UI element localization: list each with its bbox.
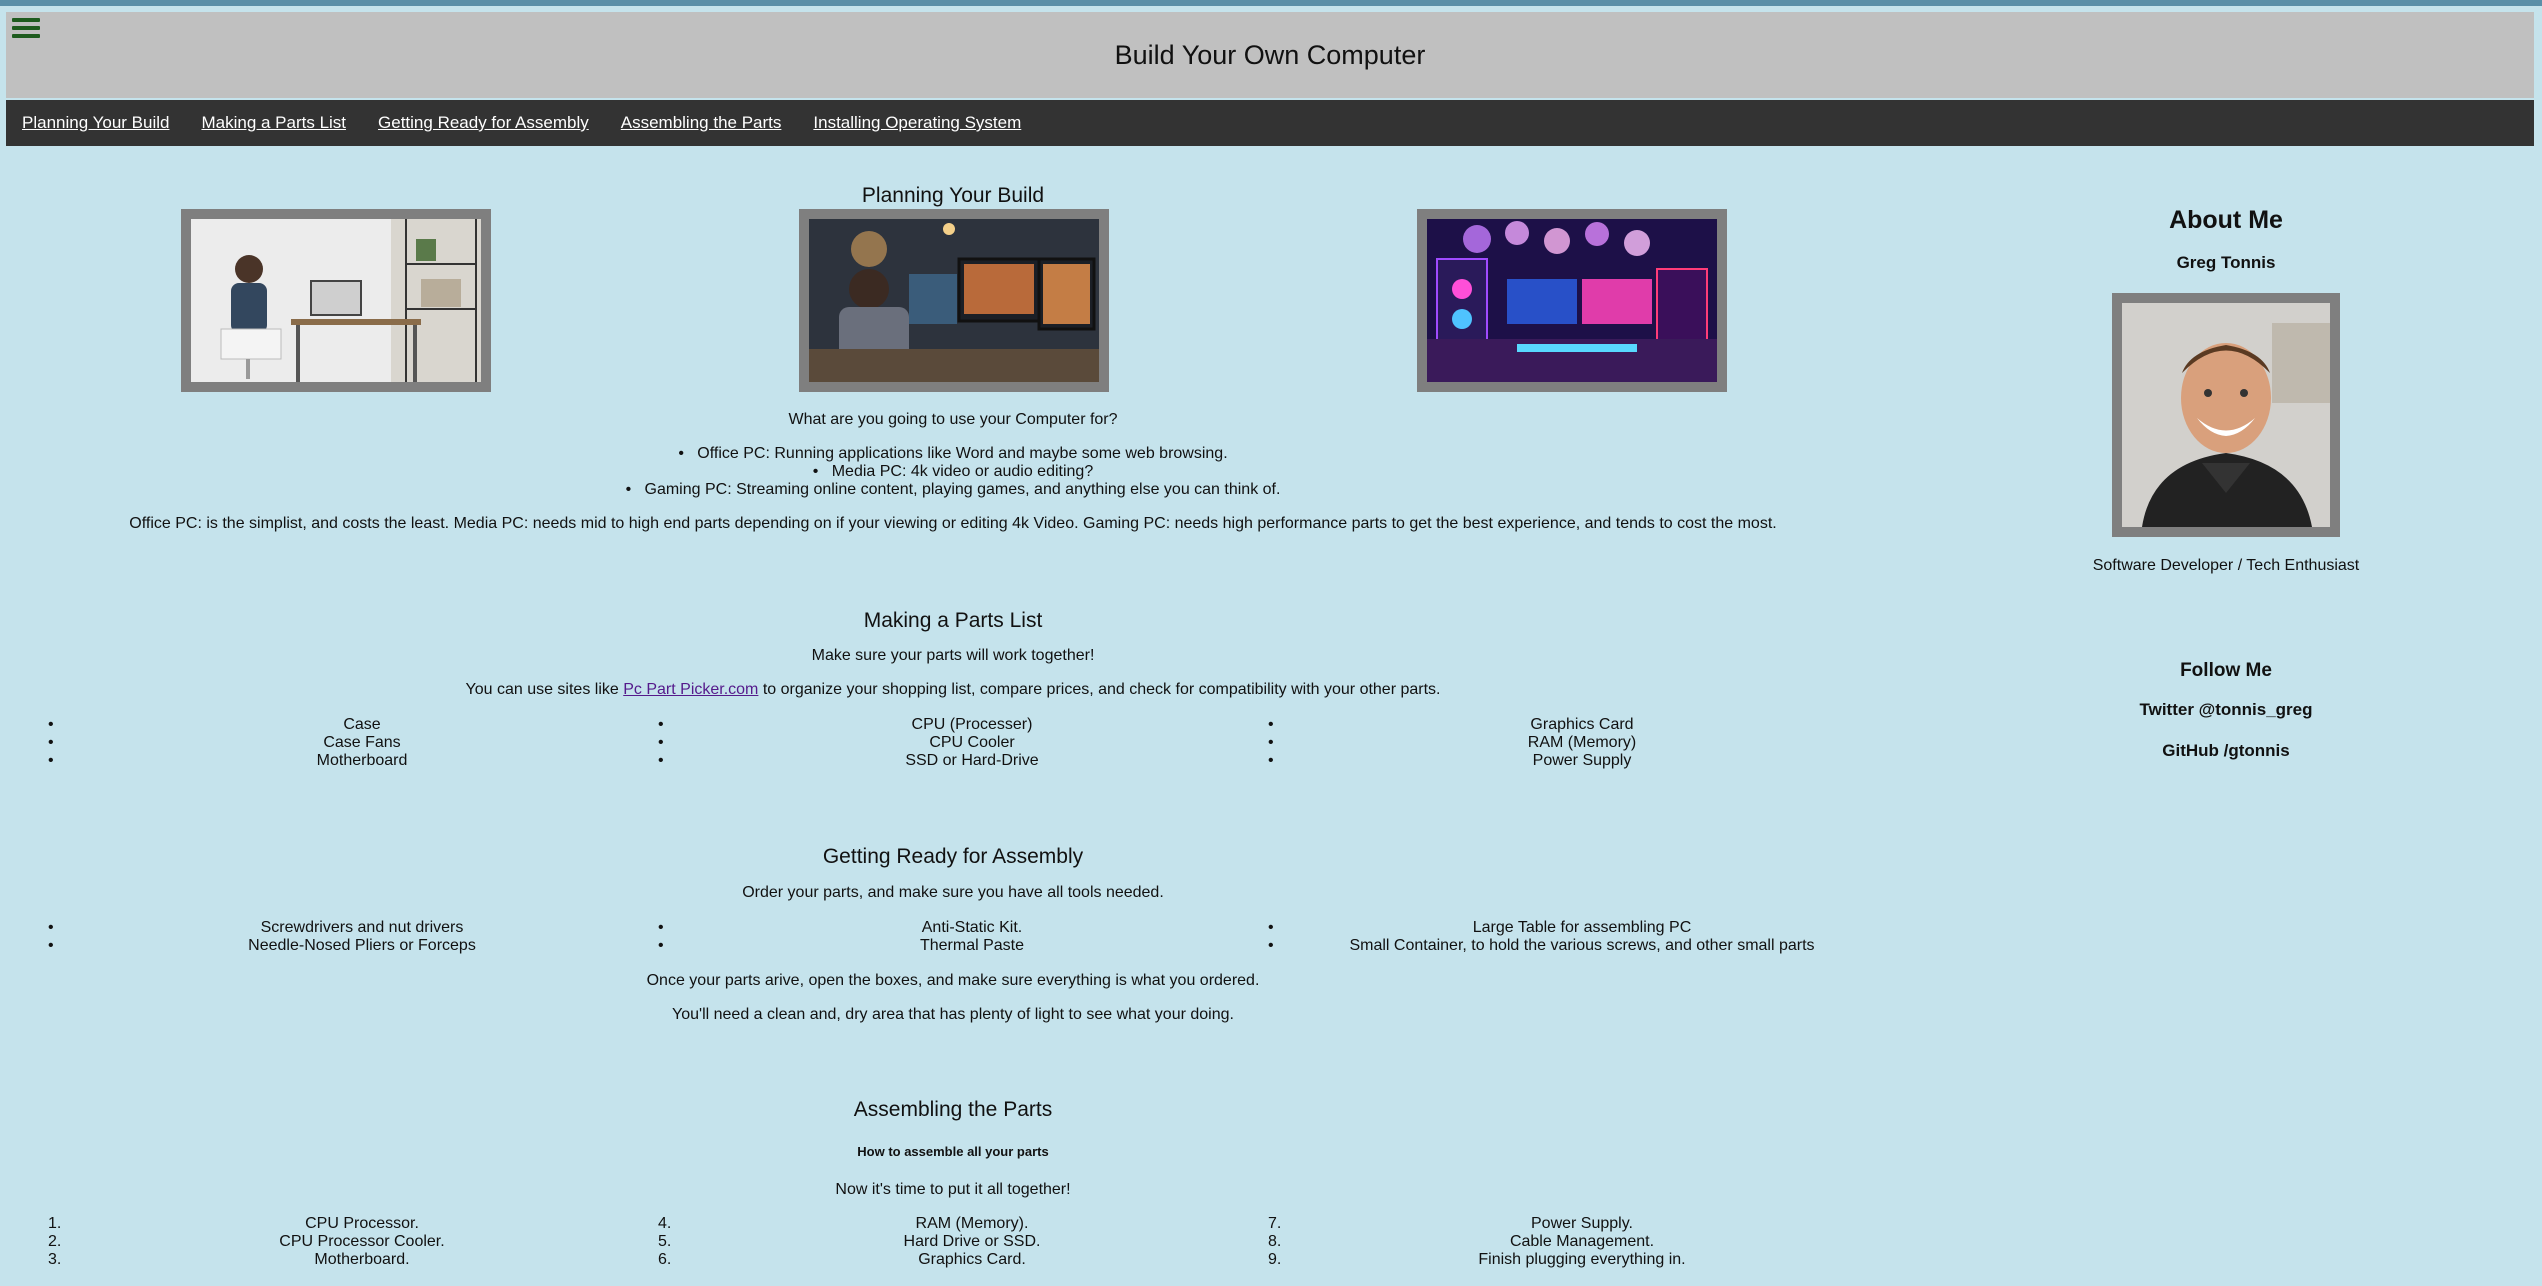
assembling-subtitle: How to assemble all your parts bbox=[857, 1144, 1049, 1159]
list-item: Large Table for assembling PC bbox=[1268, 919, 1888, 937]
assembling-title: Assembling the Parts bbox=[853, 1098, 1053, 1121]
nav-link-assembling[interactable]: Assembling the Parts bbox=[621, 113, 782, 133]
profile-photo bbox=[2112, 293, 2340, 537]
ready-note-2: You'll need a clean and, dry area that h… bbox=[672, 1006, 1234, 1023]
parts-list-col-3: Graphics Card RAM (Memory) Power Supply bbox=[1268, 716, 1888, 770]
office-pc-image bbox=[181, 209, 491, 392]
list-item: Finish plugging everything in. bbox=[1268, 1251, 1888, 1269]
list-item: Power Supply bbox=[1268, 752, 1888, 770]
follow-title: Follow Me bbox=[2180, 660, 2272, 681]
about-sidebar: About Me Greg Tonnis Software Developer … bbox=[2006, 146, 2446, 761]
tools-list-col-1: Screwdrivers and nut drivers Needle-Nose… bbox=[48, 919, 668, 955]
list-item: Motherboard. bbox=[48, 1251, 668, 1269]
tools-list-col-3: Large Table for assembling PC Small Cont… bbox=[1268, 919, 1888, 955]
list-item: Needle-Nosed Pliers or Forceps bbox=[48, 937, 668, 955]
parts-title: Making a Parts List bbox=[863, 609, 1043, 632]
list-item: Graphics Card bbox=[1268, 716, 1888, 734]
list-item: SSD or Hard-Drive bbox=[658, 752, 1278, 770]
twitter-link[interactable]: Twitter @tonnis_greg bbox=[2006, 700, 2446, 720]
planning-summary: Office PC: is the simplist, and costs th… bbox=[129, 515, 1777, 532]
parts-list-col-1: Case Case Fans Motherboard bbox=[48, 716, 668, 770]
ready-note-1: Once your parts arive, open the boxes, a… bbox=[646, 972, 1260, 989]
list-item: • Office PC: Running applications like W… bbox=[678, 445, 1228, 462]
list-item: Power Supply. bbox=[1268, 1215, 1888, 1233]
list-item: Cable Management. bbox=[1268, 1233, 1888, 1251]
list-item: Thermal Paste bbox=[658, 937, 1278, 955]
list-item: Hard Drive or SSD. bbox=[658, 1233, 1278, 1251]
list-item: • Gaming PC: Streaming online content, p… bbox=[625, 481, 1281, 498]
about-role: Software Developer / Tech Enthusiast bbox=[2092, 557, 2360, 574]
nav-link-installing-os[interactable]: Installing Operating System bbox=[813, 113, 1021, 133]
nav-link-parts-list[interactable]: Making a Parts List bbox=[201, 113, 346, 133]
steps-list-col-1: CPU Processor. CPU Processor Cooler. Mot… bbox=[48, 1215, 668, 1269]
list-item: CPU (Processer) bbox=[658, 716, 1278, 734]
ready-title: Getting Ready for Assembly bbox=[822, 845, 1084, 868]
steps-list-col-2: RAM (Memory). Hard Drive or SSD. Graphic… bbox=[658, 1215, 1278, 1269]
list-item: RAM (Memory). bbox=[658, 1215, 1278, 1233]
nav-link-getting-ready[interactable]: Getting Ready for Assembly bbox=[378, 113, 589, 133]
list-item: RAM (Memory) bbox=[1268, 734, 1888, 752]
planning-question: What are you going to use your Computer … bbox=[788, 411, 1118, 428]
list-item: Case bbox=[48, 716, 668, 734]
parts-subtitle: Make sure your parts will work together! bbox=[811, 647, 1095, 664]
list-item: Small Container, to hold the various scr… bbox=[1268, 937, 1888, 955]
media-pc-image bbox=[799, 209, 1109, 392]
about-name: Greg Tonnis bbox=[2176, 253, 2276, 272]
list-item: CPU Processor Cooler. bbox=[48, 1233, 668, 1251]
nav-link-planning[interactable]: Planning Your Build bbox=[22, 113, 169, 133]
steps-list-col-3: Power Supply. Cable Management. Finish p… bbox=[1268, 1215, 1888, 1269]
assembling-intro: Now it's time to put it all together! bbox=[835, 1181, 1071, 1198]
main-nav: Planning Your Build Making a Parts List … bbox=[6, 100, 2534, 146]
list-item: CPU Cooler bbox=[658, 734, 1278, 752]
list-item: • Media PC: 4k video or audio editing? bbox=[812, 463, 1094, 480]
gaming-pc-image bbox=[1417, 209, 1727, 392]
list-item: Graphics Card. bbox=[658, 1251, 1278, 1269]
parts-list-col-2: CPU (Processer) CPU Cooler SSD or Hard-D… bbox=[658, 716, 1278, 770]
pc-part-picker-link[interactable]: Pc Part Picker.com bbox=[623, 681, 758, 698]
list-item: Anti-Static Kit. bbox=[658, 919, 1278, 937]
parts-sites-text: You can use sites like Pc Part Picker.co… bbox=[465, 681, 1441, 698]
page-title: Build Your Own Computer bbox=[1114, 39, 1426, 70]
ready-subtitle: Order your parts, and make sure you have… bbox=[742, 884, 1164, 901]
page-header: Build Your Own Computer bbox=[6, 12, 2534, 98]
about-title: About Me bbox=[2169, 206, 2283, 234]
list-item: Screwdrivers and nut drivers bbox=[48, 919, 668, 937]
tools-list-col-2: Anti-Static Kit. Thermal Paste bbox=[658, 919, 1278, 955]
github-link[interactable]: GitHub /gtonnis bbox=[2006, 741, 2446, 761]
planning-title: Planning Your Build bbox=[861, 184, 1045, 207]
top-border bbox=[0, 0, 2542, 6]
hamburger-menu-icon[interactable] bbox=[12, 16, 40, 40]
list-item: CPU Processor. bbox=[48, 1215, 668, 1233]
list-item: Case Fans bbox=[48, 734, 668, 752]
list-item: Motherboard bbox=[48, 752, 668, 770]
use-case-list: • Office PC: Running applications like W… bbox=[0, 445, 1906, 499]
